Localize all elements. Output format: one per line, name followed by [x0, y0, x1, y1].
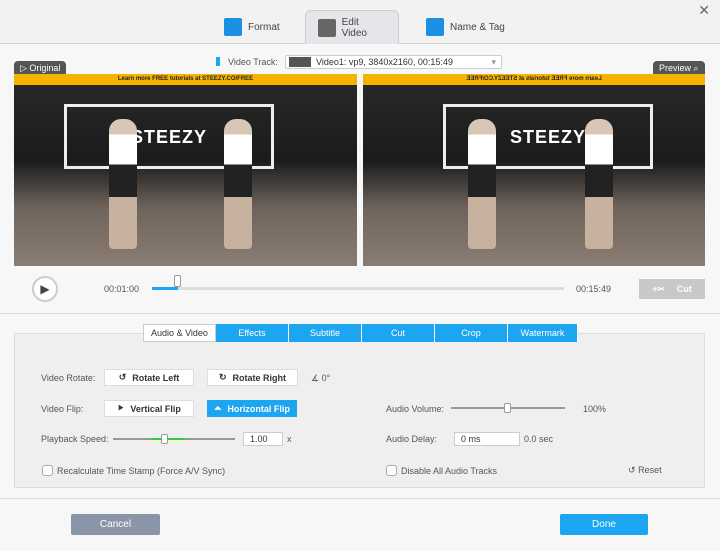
angle-readout: ∡ 0° — [311, 373, 331, 383]
divider — [0, 313, 720, 314]
total-time: 00:15:49 — [576, 284, 612, 294]
subtab-crop[interactable]: Crop — [435, 324, 508, 342]
recalculate-checkbox[interactable] — [42, 465, 53, 476]
delay-seconds: 0.0 sec — [524, 434, 554, 444]
speed-handle[interactable] — [161, 434, 168, 444]
done-button[interactable]: Done — [560, 514, 648, 535]
original-tag: ▷ Original — [14, 61, 67, 74]
tab-format[interactable]: Format — [212, 10, 292, 44]
volume-value: 100% — [583, 404, 607, 414]
rotate-label: Video Rotate: — [41, 373, 96, 383]
tab-name-tag[interactable]: Name & Tag — [414, 10, 517, 44]
horizontal-flip-label: Horizontal Flip — [227, 403, 290, 414]
disable-audio-label: Disable All Audio Tracks — [401, 466, 498, 476]
current-time: 00:01:00 — [104, 284, 140, 294]
delay-input[interactable]: 0 ms — [454, 432, 520, 446]
vertical-flip-button[interactable]: ⯈ Vertical Flip — [104, 400, 194, 417]
track-thumbnail — [289, 57, 311, 67]
video-track-label: Video Track: — [228, 57, 278, 67]
delay-label: Audio Delay: — [386, 434, 438, 444]
rotate-left-button[interactable]: ↺ Rotate Left — [104, 369, 194, 386]
seek-bar[interactable] — [152, 287, 564, 290]
speed-unit: x — [287, 434, 292, 444]
close-icon[interactable]: ✕ — [698, 2, 710, 19]
seek-progress — [152, 287, 178, 290]
rotate-right-button[interactable]: ↻ Rotate Right — [207, 369, 298, 386]
preview-label: Preview — [659, 63, 692, 73]
dancer — [224, 119, 252, 249]
banner: Learn more FREE tutorials at STEEZY.CO/F… — [14, 74, 357, 85]
tab-edit-video[interactable]: Edit Video — [305, 10, 399, 44]
track-icon — [216, 57, 220, 66]
cut-button[interactable]: +✂ Cut — [639, 279, 705, 299]
volume-label: Audio Volume: — [386, 404, 445, 414]
recalculate-label: Recalculate Time Stamp (Force A/V Sync) — [57, 466, 226, 476]
delay-value: 0 ms — [461, 434, 481, 444]
vertical-flip-icon: ⯈ — [117, 403, 125, 413]
name-tag-icon — [426, 18, 444, 36]
speed-label: Playback Speed: — [41, 434, 109, 444]
subtab-effects[interactable]: Effects — [216, 324, 289, 342]
original-label: Original — [29, 63, 61, 73]
play-button[interactable]: ▶ — [32, 276, 58, 302]
banner: Learn more FREE tutorials at STEEZY.CO/F… — [363, 74, 705, 85]
scissors-icon: +✂ — [652, 283, 665, 294]
volume-handle[interactable] — [504, 403, 511, 413]
top-bar: Format Edit Video Name & Tag ✕ — [0, 0, 720, 44]
dancer — [585, 119, 613, 249]
reset-label: Reset — [638, 465, 662, 475]
speed-input[interactable]: 1.00 — [243, 432, 283, 446]
horizontal-flip-button[interactable]: ⏶ Horizontal Flip — [207, 400, 297, 417]
speed-value: 1.00 — [250, 434, 268, 444]
cancel-button[interactable]: Cancel — [71, 514, 160, 535]
rotate-right-label: Rotate Right — [232, 372, 287, 383]
preview-tag: Preview ⌕ — [653, 61, 705, 74]
subtab-watermark[interactable]: Watermark — [508, 324, 578, 342]
rotate-left-icon: ↺ — [118, 372, 127, 382]
chevron-down-icon: ▾ — [491, 57, 496, 67]
reset-icon: ↺ — [628, 465, 636, 475]
original-video: Learn more FREE tutorials at STEEZY.CO/F… — [14, 74, 357, 266]
horizontal-flip-icon: ⏶ — [214, 403, 222, 413]
cut-label: Cut — [676, 284, 692, 294]
dancer — [109, 119, 137, 249]
rotate-left-label: Rotate Left — [132, 372, 180, 383]
vertical-flip-label: Vertical Flip — [130, 403, 181, 414]
subtab-audio-video[interactable]: Audio & Video — [143, 324, 216, 342]
tab-label: Format — [248, 21, 280, 33]
disable-audio-checkbox[interactable] — [386, 465, 397, 476]
subtab-subtitle[interactable]: Subtitle — [289, 324, 362, 342]
reset-button[interactable]: ↺ Reset — [628, 465, 662, 476]
angle-value: 0° — [321, 373, 331, 383]
tab-label: Name & Tag — [450, 21, 505, 33]
preview-video: Learn more FREE tutorials at STEEZY.CO/F… — [363, 74, 705, 266]
video-track-value: Video1: vp9, 3840x2160, 00:15:49 — [316, 57, 453, 67]
tab-label: Edit Video — [341, 16, 367, 39]
video-track-select[interactable]: Video1: vp9, 3840x2160, 00:15:49 ▾ — [285, 55, 502, 69]
edit-video-icon — [318, 18, 336, 37]
rotate-right-icon: ↻ — [218, 372, 227, 382]
subtab-cut[interactable]: Cut — [362, 324, 435, 342]
format-icon — [224, 18, 242, 36]
divider — [0, 498, 720, 499]
flip-label: Video Flip: — [41, 404, 84, 414]
dancer — [468, 119, 496, 249]
speed-slider[interactable] — [113, 438, 235, 440]
seek-handle[interactable] — [173, 275, 181, 287]
